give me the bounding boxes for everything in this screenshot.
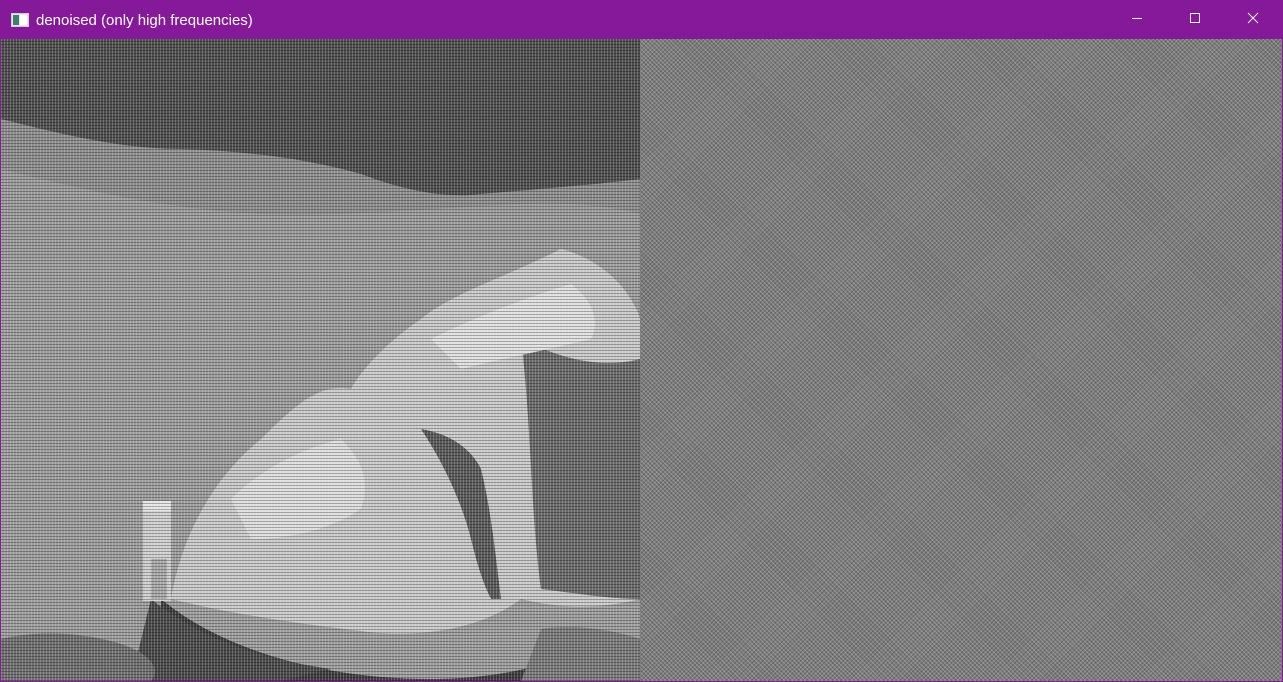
high-frequency-panel	[640, 39, 1282, 681]
maximize-icon	[1189, 11, 1201, 29]
moon-rock-image	[1, 39, 640, 681]
app-window: denoised (only high frequencies)	[0, 0, 1283, 682]
close-button[interactable]	[1224, 1, 1282, 39]
minimize-icon	[1131, 11, 1143, 29]
minimize-button[interactable]	[1108, 1, 1166, 39]
image-canvas	[1, 39, 1282, 681]
noise-pattern	[640, 39, 1282, 681]
denoised-image-panel	[1, 39, 640, 681]
title-bar[interactable]: denoised (only high frequencies)	[1, 1, 1282, 39]
close-icon	[1247, 11, 1259, 29]
window-title: denoised (only high frequencies)	[36, 11, 253, 29]
window-controls	[1108, 1, 1282, 39]
app-window-icon	[11, 13, 29, 27]
maximize-button[interactable]	[1166, 1, 1224, 39]
